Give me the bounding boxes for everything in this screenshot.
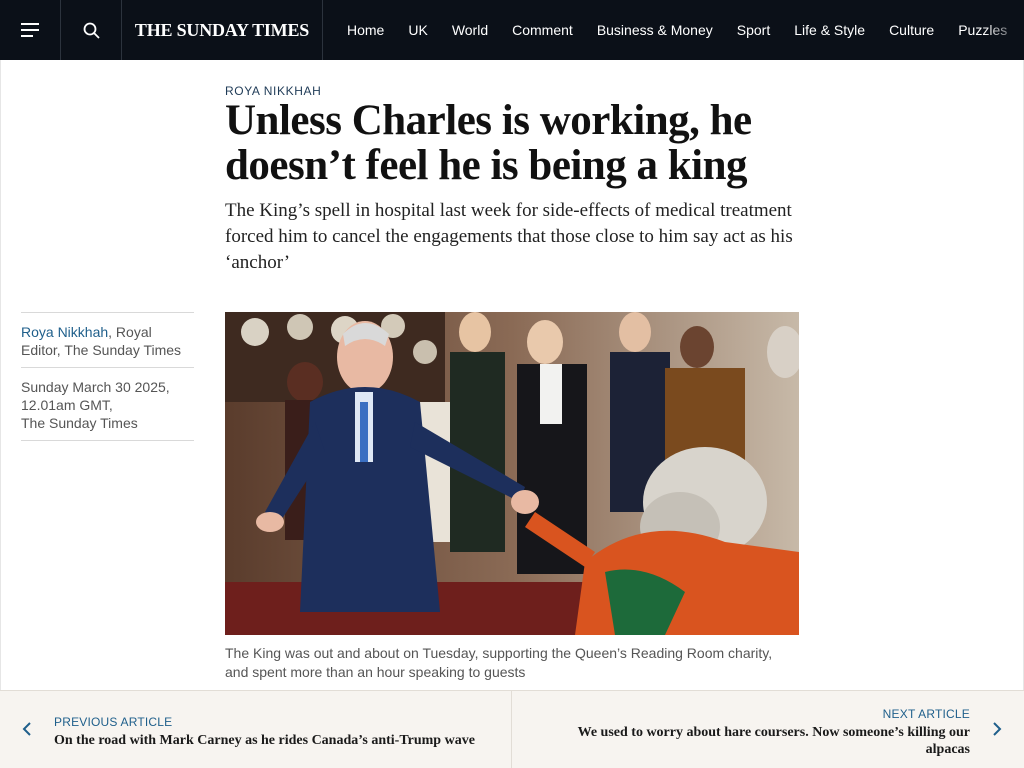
search-button[interactable] xyxy=(61,0,122,60)
nav-link-culture[interactable]: Culture xyxy=(889,22,934,38)
nav-link-business-money[interactable]: Business & Money xyxy=(597,22,713,38)
article-headline: Unless Charles is working, he doesn’t fe… xyxy=(225,97,752,189)
divider xyxy=(21,440,194,441)
previous-article-title: On the road with Mark Carney as he rides… xyxy=(54,733,475,748)
chevron-right-icon xyxy=(992,721,1002,739)
menu-button[interactable] xyxy=(0,0,61,60)
page-frame-left xyxy=(0,60,1,690)
nav-link-life-style[interactable]: Life & Style xyxy=(794,22,865,38)
nav-link-comment[interactable]: Comment xyxy=(512,22,573,38)
lead-photo xyxy=(225,312,799,635)
article-pagination: PREVIOUS ARTICLE On the road with Mark C… xyxy=(0,690,1024,768)
author-link[interactable]: Roya Nikkhah xyxy=(21,324,108,340)
lead-photo-illustration xyxy=(225,312,799,635)
publication-line: The Sunday Times xyxy=(21,415,138,431)
author-block: Roya Nikkhah, Royal Editor, The Sunday T… xyxy=(21,313,194,367)
previous-article-link[interactable]: PREVIOUS ARTICLE On the road with Mark C… xyxy=(0,691,512,768)
search-icon xyxy=(83,22,100,39)
nav-link-world[interactable]: World xyxy=(452,22,488,38)
next-article-label: NEXT ARTICLE xyxy=(882,707,970,721)
next-article-title: We used to worry about hare coursers. No… xyxy=(577,725,970,757)
site-logo[interactable]: THE SUNDAY TIMES xyxy=(122,0,323,60)
article-standfirst: The King’s spell in hospital last week f… xyxy=(225,200,793,273)
main-nav: Home UK World Comment Business & Money S… xyxy=(323,0,1024,60)
time-line: 12.01am GMT, xyxy=(21,397,113,413)
hamburger-menu-icon xyxy=(21,23,39,37)
next-article-link[interactable]: NEXT ARTICLE We used to worry about hare… xyxy=(512,691,1024,768)
nav-overflow-fade xyxy=(984,0,1024,60)
date-line: Sunday March 30 2025, xyxy=(21,379,170,395)
photo-caption: The King was out and about on Tuesday, s… xyxy=(225,645,773,680)
publish-date: Sunday March 30 2025, 12.01am GMT, The S… xyxy=(21,368,194,440)
chevron-left-icon xyxy=(22,721,32,739)
byline: Roya Nikkhah, Royal Editor, The Sunday T… xyxy=(21,312,194,441)
previous-article-label: PREVIOUS ARTICLE xyxy=(54,715,173,729)
article-kicker[interactable]: ROYA NIKKHAH xyxy=(225,84,321,98)
nav-link-sport[interactable]: Sport xyxy=(737,22,770,38)
nav-link-home[interactable]: Home xyxy=(347,22,384,38)
nav-link-uk[interactable]: UK xyxy=(408,22,427,38)
top-nav-bar: THE SUNDAY TIMES Home UK World Comment B… xyxy=(0,0,1024,60)
